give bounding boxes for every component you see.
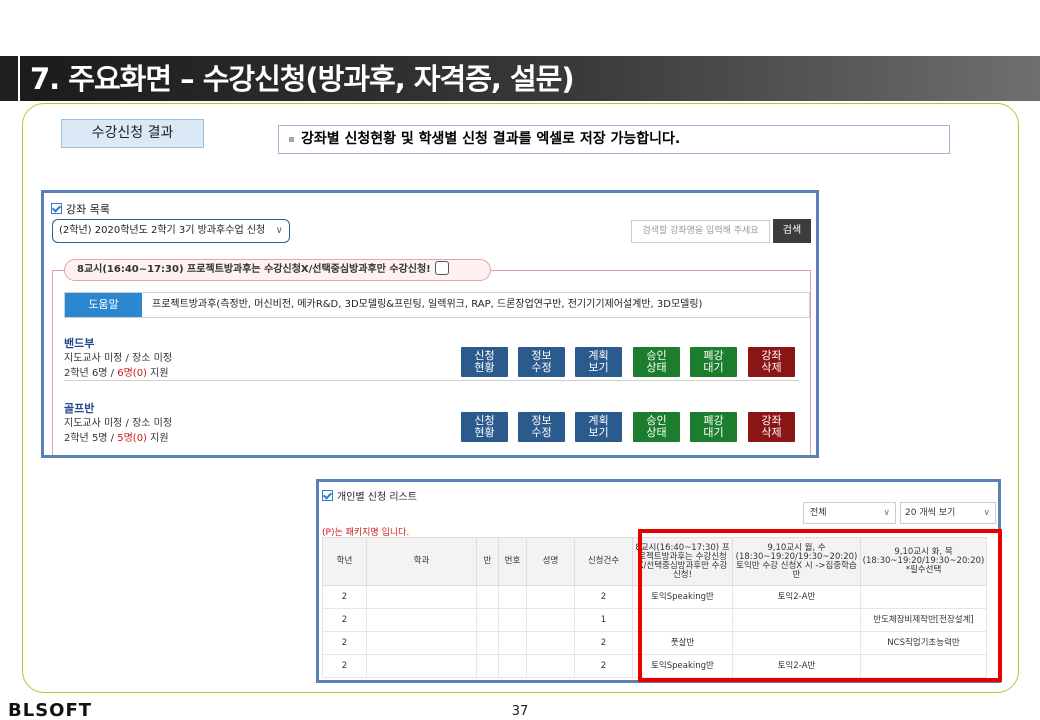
status-button[interactable]: 신청 현황 — [461, 412, 508, 442]
filter-value: 전체 — [810, 508, 827, 518]
status-button[interactable]: 신청 현황 — [461, 347, 508, 377]
capacity-suffix: 지원 — [146, 433, 169, 444]
close-pending-button[interactable]: 폐강 대기 — [690, 347, 737, 377]
cell-number — [498, 654, 527, 678]
capacity-text: 2학년 5명 / — [64, 433, 118, 444]
cell-count: 2 — [574, 631, 633, 655]
cell-class — [476, 608, 499, 632]
notice-pill: 8교시(16:40~17:30) 프로젝트방과후는 수강신청X/선택중심방과후만… — [64, 259, 491, 281]
column-header: 성명 — [526, 537, 575, 586]
page-number: 37 — [511, 704, 529, 719]
slide: 7. 주요화면 – 수강신청(방과후, 자격증, 설문) 수강신청 결과 강좌별… — [0, 0, 1040, 720]
chevron-down-icon: ∨ — [883, 508, 890, 518]
view-plan-button[interactable]: 계획 보기 — [575, 412, 622, 442]
cell-count: 2 — [574, 585, 633, 609]
capacity-text: 2학년 6명 / — [64, 368, 118, 379]
cell-number — [498, 631, 527, 655]
course-item: 골프반 지도교사 미정 / 장소 미정 2학년 5명 / 5명(0) 지원 신청… — [64, 400, 810, 446]
fieldset-border — [52, 270, 53, 455]
cell-grade: 2 — [322, 608, 367, 632]
applied-count: 6명(0) — [117, 368, 147, 379]
edit-info-button[interactable]: 정보 수정 — [518, 347, 565, 377]
cell-dept — [366, 654, 477, 678]
notice-text: 8교시(16:40~17:30) 프로젝트방과후는 수강신청X/선택중심방과후만… — [77, 264, 431, 275]
program-select[interactable]: (2학년) 2020학년도 2학기 3기 방과후수업 신청 ∨ — [52, 219, 290, 243]
cell-class — [476, 631, 499, 655]
section-tag: 수강신청 결과 — [61, 119, 204, 148]
close-pending-button[interactable]: 폐강 대기 — [690, 412, 737, 442]
notice-checkbox[interactable] — [434, 261, 449, 275]
highlight-box — [638, 529, 1002, 682]
course-list-title: 강좌 목록 — [51, 201, 110, 217]
cell-dept — [366, 631, 477, 655]
fieldset-border — [810, 270, 811, 455]
cell-count: 2 — [574, 654, 633, 678]
cell-class — [476, 654, 499, 678]
checkbox-icon — [322, 490, 333, 501]
page-size-select[interactable]: 20 개씩 보기 ∨ — [900, 502, 996, 524]
filter-select[interactable]: 전체 ∨ — [803, 502, 896, 524]
help-bar: 도움말 프로젝트방과후(측정반, 머신비전, 메카R&D, 3D모델링&프린팅,… — [64, 292, 810, 318]
cell-dept — [366, 585, 477, 609]
title-accent — [0, 56, 18, 101]
column-header: 학과 — [366, 537, 477, 586]
fieldset-border — [491, 270, 811, 271]
delete-course-button[interactable]: 강좌 삭제 — [748, 412, 795, 442]
program-select-value: (2학년) 2020학년도 2학기 3기 방과후수업 신청 — [59, 225, 266, 236]
course-item: 밴드부 지도교사 미정 / 장소 미정 2학년 6명 / 6명(0) 지원 신청… — [64, 335, 810, 381]
fieldset-border — [52, 270, 64, 271]
page-size-value: 20 개씩 보기 — [905, 508, 956, 518]
column-header: 번호 — [498, 537, 527, 586]
delete-course-button[interactable]: 강좌 삭제 — [748, 347, 795, 377]
cell-grade: 2 — [322, 654, 367, 678]
approval-status-button[interactable]: 승인 상태 — [633, 347, 680, 377]
cell-grade: 2 — [322, 631, 367, 655]
cell-class — [476, 585, 499, 609]
applied-count: 5명(0) — [117, 433, 147, 444]
cell-number — [498, 608, 527, 632]
cell-name — [526, 631, 575, 655]
checkbox-icon — [51, 203, 62, 214]
column-header: 반 — [476, 537, 499, 586]
column-header: 신청건수 — [574, 537, 633, 586]
column-header: 학년 — [322, 537, 367, 586]
edit-info-button[interactable]: 정보 수정 — [518, 412, 565, 442]
cell-name — [526, 585, 575, 609]
help-label: 도움말 — [65, 293, 142, 317]
note-box: 강좌별 신청현황 및 학생별 신청 결과를 엑셀로 저장 가능합니다. — [278, 125, 950, 154]
cell-count: 1 — [574, 608, 633, 632]
note-text: 강좌별 신청현황 및 학생별 신청 결과를 엑셀로 저장 가능합니다. — [301, 131, 681, 147]
bullet-icon — [289, 136, 294, 142]
help-text: 프로젝트방과후(측정반, 머신비전, 메카R&D, 3D모델링&프린팅, 일렉위… — [152, 299, 703, 310]
student-list-title: 개인별 신청 리스트 — [322, 488, 417, 503]
search-input[interactable]: 검색할 강좌명을 입력해 주세요 — [631, 220, 770, 243]
cell-name — [526, 654, 575, 678]
capacity-suffix: 지원 — [146, 368, 169, 379]
chevron-down-icon: ∨ — [275, 225, 283, 236]
cell-grade: 2 — [322, 585, 367, 609]
course-list-title-text: 강좌 목록 — [66, 203, 110, 216]
cell-name — [526, 608, 575, 632]
divider — [64, 380, 799, 381]
search-button[interactable]: 검색 — [773, 219, 811, 243]
student-list-title-text: 개인별 신청 리스트 — [337, 492, 417, 503]
page-title: 7. 주요화면 – 수강신청(방과후, 자격증, 설문) — [30, 62, 575, 96]
chevron-down-icon: ∨ — [983, 508, 990, 518]
approval-status-button[interactable]: 승인 상태 — [633, 412, 680, 442]
view-plan-button[interactable]: 계획 보기 — [575, 347, 622, 377]
cell-dept — [366, 608, 477, 632]
cell-number — [498, 585, 527, 609]
course-list-panel: 강좌 목록 (2학년) 2020학년도 2학기 3기 방과후수업 신청 ∨ 검색할… — [41, 190, 819, 458]
